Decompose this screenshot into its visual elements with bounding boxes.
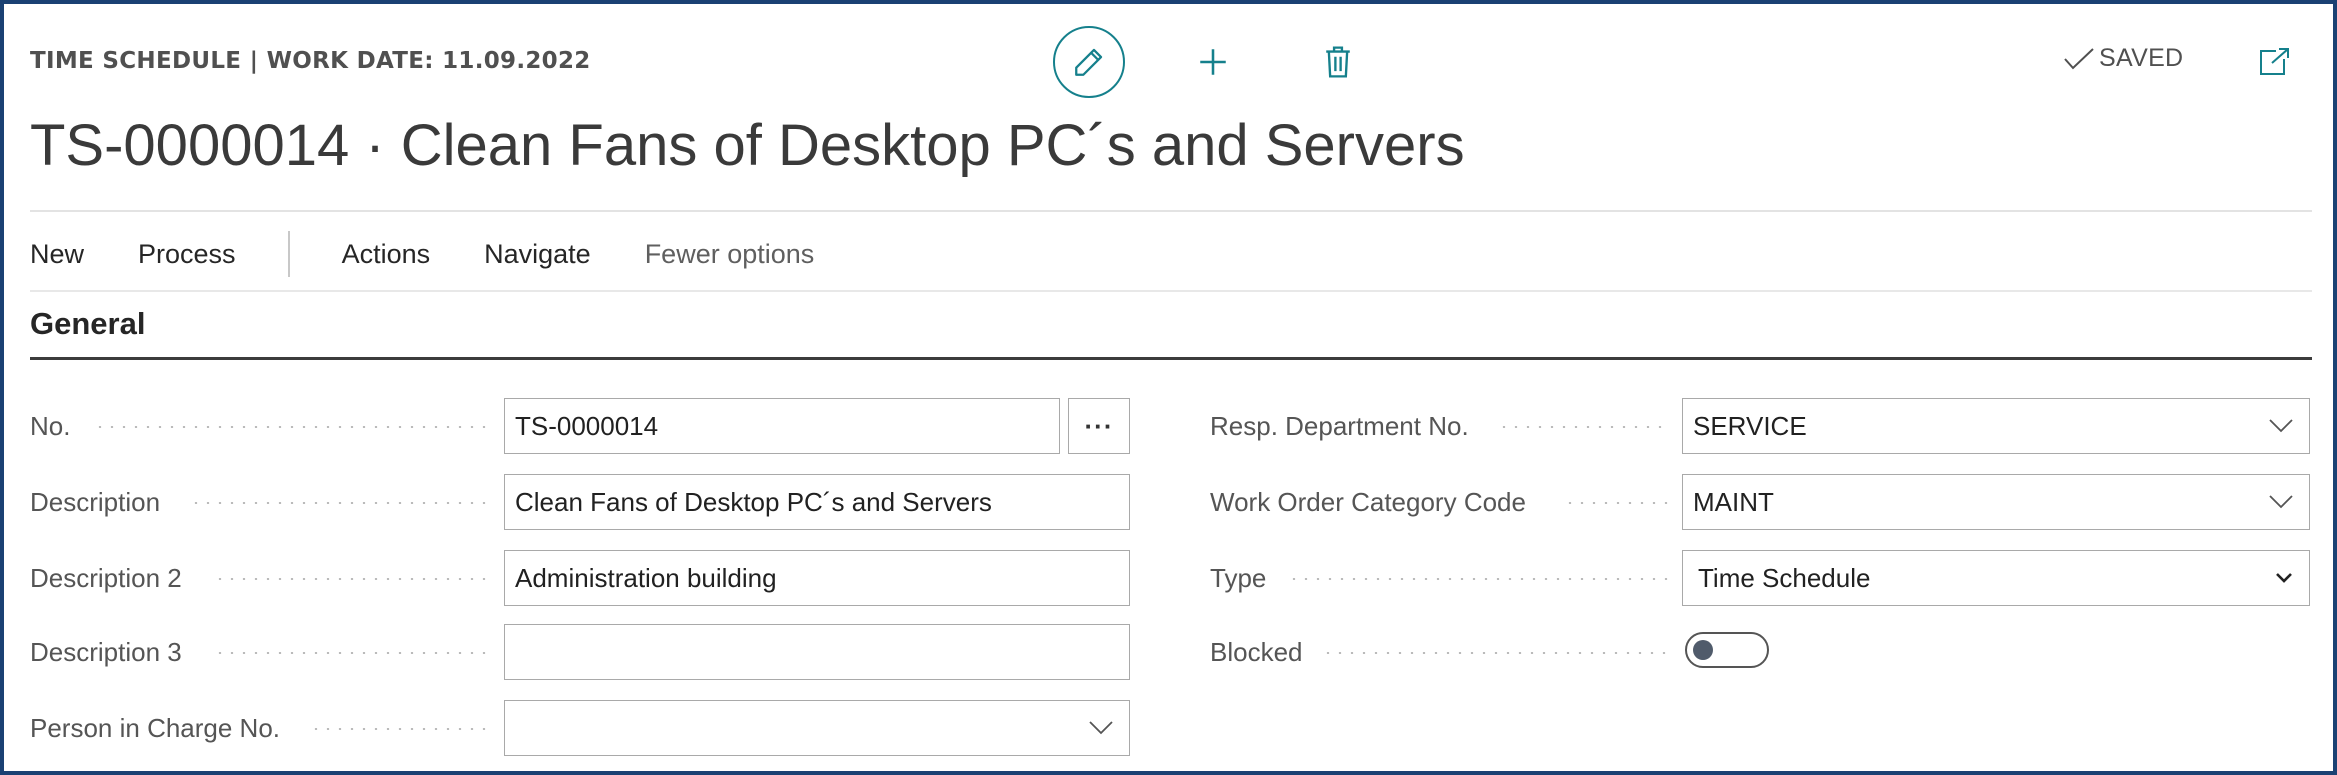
description2-field[interactable]: Administration building: [504, 550, 1130, 606]
description-field[interactable]: Clean Fans of Desktop PC´s and Servers: [504, 474, 1130, 530]
saved-label: SAVED: [2099, 44, 2184, 72]
edit-icon: [1075, 48, 1103, 76]
toggle-knob: [1693, 640, 1713, 660]
type-select[interactable]: Time Schedule: [1682, 550, 2310, 606]
person-in-charge-field[interactable]: [504, 700, 1130, 756]
action-navigate[interactable]: Navigate: [484, 239, 591, 270]
person-in-charge-label-dots: [310, 728, 489, 730]
saved-status: SAVED: [2063, 44, 2183, 73]
work-order-category-label-dots: [1564, 502, 1668, 504]
delete-button[interactable]: [1316, 40, 1360, 84]
ellipsis-icon: ···: [1084, 410, 1114, 441]
resp-department-value: SERVICE: [1693, 410, 1807, 441]
person-in-charge-label: Person in Charge No.: [30, 712, 281, 743]
description2-value: Administration building: [515, 562, 777, 593]
description3-label-dots: [214, 652, 489, 654]
work-order-category-value: MAINT: [1693, 486, 1774, 517]
section-general-title[interactable]: General: [30, 306, 145, 342]
no-field[interactable]: TS-0000014: [504, 398, 1060, 454]
description2-label: Description 2: [30, 562, 182, 593]
checkmark-icon: [2064, 47, 2094, 69]
resp-department-field[interactable]: SERVICE: [1682, 398, 2310, 454]
chevron-down-icon: [2276, 573, 2292, 583]
action-new[interactable]: New: [30, 239, 84, 270]
chevron-down-icon: [2269, 419, 2293, 433]
action-separator: [287, 231, 290, 277]
blocked-toggle[interactable]: [1685, 632, 1769, 668]
chevron-down-icon: [2269, 495, 2293, 509]
description-label: Description: [30, 486, 161, 517]
open-new-window-button[interactable]: [2252, 40, 2296, 84]
action-fewer-options[interactable]: Fewer options: [645, 239, 815, 270]
time-schedule-card: TIME SCHEDULE | WORK DATE: 11.09.2022 SA…: [0, 0, 2337, 775]
delete-icon: [1326, 46, 1350, 78]
blocked-label-dots: [1322, 652, 1668, 654]
add-icon: [1200, 49, 1226, 75]
blocked-label: Blocked: [1210, 636, 1303, 667]
edit-button[interactable]: [1053, 26, 1125, 98]
type-label-dots: [1288, 578, 1668, 580]
section-divider: [30, 357, 2312, 360]
description-label-dots: [190, 502, 489, 504]
new-record-button[interactable]: [1191, 40, 1235, 84]
resp-department-label-dots: [1498, 426, 1668, 428]
open-new-window-icon: [2260, 48, 2289, 75]
page-title: TS-0000014 · Clean Fans of Desktop PC´s …: [30, 113, 1465, 178]
action-actions[interactable]: Actions: [342, 239, 431, 270]
description3-field[interactable]: [504, 624, 1130, 680]
description2-label-dots: [214, 578, 489, 580]
no-value: TS-0000014: [515, 410, 659, 441]
work-order-category-label: Work Order Category Code: [1210, 486, 1526, 517]
header-divider: [30, 210, 2312, 212]
action-process[interactable]: Process: [138, 239, 236, 270]
action-bar: New Process Actions Navigate Fewer optio…: [30, 229, 868, 279]
description3-label: Description 3: [30, 636, 182, 667]
resp-department-label: Resp. Department No.: [1210, 410, 1469, 441]
work-order-category-field[interactable]: MAINT: [1682, 474, 2310, 530]
chevron-down-icon: [1089, 721, 1113, 735]
type-label: Type: [1210, 562, 1267, 593]
action-bar-divider: [30, 290, 2312, 292]
no-label-dots: [94, 426, 489, 428]
no-assist-button[interactable]: ···: [1068, 398, 1130, 454]
no-label: No.: [30, 410, 71, 441]
page-caption: TIME SCHEDULE | WORK DATE: 11.09.2022: [30, 48, 591, 74]
description-value: Clean Fans of Desktop PC´s and Servers: [515, 486, 992, 517]
type-value: Time Schedule: [1698, 562, 1871, 593]
